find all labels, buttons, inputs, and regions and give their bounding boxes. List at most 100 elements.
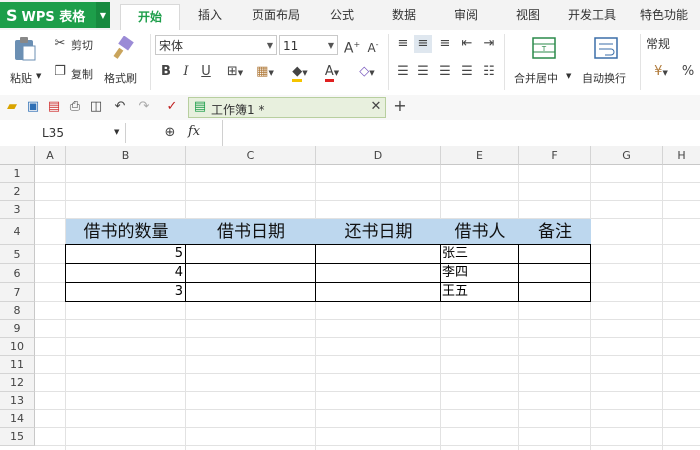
decrease-indent-icon[interactable]: ⇤ <box>458 35 476 53</box>
clear-format-icon[interactable]: ◇▼ <box>352 63 382 82</box>
italic-icon[interactable]: I <box>178 63 194 81</box>
table-cell[interactable]: 5 <box>66 245 186 264</box>
select-all-corner[interactable] <box>0 146 35 165</box>
column-header[interactable]: H <box>663 146 700 165</box>
cut-button[interactable]: ✂ 剪切 <box>52 35 102 53</box>
align-top-icon[interactable]: ≡ <box>394 35 412 53</box>
table-header-cell[interactable]: 备注 <box>519 219 591 245</box>
app-menu-button[interactable]: S WPS 表格 ▼ <box>0 2 110 28</box>
row-header[interactable]: 9 <box>0 320 35 338</box>
table-cell[interactable] <box>186 264 316 283</box>
table-cell[interactable] <box>316 283 441 302</box>
table-cell[interactable]: 张三 <box>441 245 519 264</box>
row-header[interactable]: 10 <box>0 338 35 356</box>
row-header[interactable]: 14 <box>0 410 35 428</box>
underline-icon[interactable]: U <box>198 63 214 81</box>
column-header[interactable]: B <box>66 146 186 165</box>
redo-icon[interactable]: ↷ <box>136 98 152 116</box>
tab-special-features[interactable]: 特色功能 <box>640 6 688 28</box>
column-header[interactable]: A <box>35 146 66 165</box>
export-pdf-icon[interactable]: ▤ <box>46 98 62 116</box>
print-preview-icon[interactable]: ◫ <box>88 98 104 116</box>
increase-font-icon[interactable]: A+ <box>343 36 361 58</box>
font-color-icon[interactable]: A▼ <box>318 63 346 82</box>
font-name-select[interactable]: 宋体 ▼ <box>155 35 277 55</box>
wrap-text-button[interactable]: 自动换行 <box>580 34 634 90</box>
tab-data[interactable]: 数据 <box>392 6 416 28</box>
align-bottom-icon[interactable]: ≡ <box>436 35 454 53</box>
table-cell[interactable]: 李四 <box>441 264 519 283</box>
percent-icon[interactable]: % <box>680 63 696 81</box>
table-header-cell[interactable]: 借书人 <box>441 219 519 245</box>
table-cell[interactable] <box>186 283 316 302</box>
table-header-cell[interactable]: 借书的数量 <box>66 219 186 245</box>
table-cell[interactable] <box>519 283 591 302</box>
row-header[interactable]: 3 <box>0 201 35 219</box>
copy-button[interactable]: ❐ 复制 <box>52 63 102 81</box>
align-right-icon[interactable]: ☰ <box>436 63 454 81</box>
close-icon[interactable]: ✕ <box>369 98 383 116</box>
number-format-select[interactable]: 常规 <box>646 35 700 55</box>
table-cell[interactable] <box>519 264 591 283</box>
row-header[interactable]: 15 <box>0 428 35 446</box>
row-header[interactable]: 4 <box>0 219 35 245</box>
decrease-font-icon[interactable]: A- <box>364 36 382 57</box>
fill-pattern-icon[interactable]: ▦▼ <box>252 63 278 82</box>
table-cell[interactable]: 4 <box>66 264 186 283</box>
spreadsheet-grid[interactable]: A B C D E F G H 1 2 3 4 5 6 7 8 9 10 11 … <box>0 146 700 450</box>
distributed-icon[interactable]: ☷ <box>480 63 498 81</box>
zoom-icon[interactable]: ⊕ <box>162 124 178 142</box>
row-header[interactable]: 8 <box>0 302 35 320</box>
row-header[interactable]: 2 <box>0 183 35 201</box>
increase-indent-icon[interactable]: ⇥ <box>480 35 498 53</box>
table-cell[interactable] <box>186 245 316 264</box>
document-tab[interactable]: ▤ 工作簿1 * ✕ <box>188 97 386 118</box>
name-box[interactable]: L35 ▼ <box>0 123 126 143</box>
font-size-select[interactable]: 11 ▼ <box>279 35 338 55</box>
merge-center-button[interactable]: T 合并居中 ▼ <box>512 34 576 90</box>
row-header[interactable]: 5 <box>0 245 35 264</box>
new-tab-icon[interactable]: + <box>392 97 408 115</box>
column-header[interactable]: C <box>186 146 316 165</box>
column-header[interactable]: G <box>591 146 663 165</box>
table-cell[interactable] <box>519 245 591 264</box>
tab-developer[interactable]: 开发工具 <box>568 6 616 28</box>
formula-input[interactable] <box>226 123 696 143</box>
customize-toolbar-icon[interactable]: ✓ <box>164 98 180 116</box>
align-center-icon[interactable]: ☰ <box>414 63 432 81</box>
table-cell[interactable] <box>316 264 441 283</box>
insert-function-icon[interactable]: fx <box>188 124 200 139</box>
column-header[interactable]: E <box>441 146 519 165</box>
table-header-cell[interactable]: 还书日期 <box>316 219 441 245</box>
tab-review[interactable]: 审阅 <box>454 6 478 28</box>
borders-icon[interactable]: ⊞▼ <box>222 63 248 82</box>
row-header[interactable]: 12 <box>0 374 35 392</box>
tab-page-layout[interactable]: 页面布局 <box>252 6 300 28</box>
table-header-cell[interactable]: 借书日期 <box>186 219 316 245</box>
open-folder-icon[interactable]: ▰ <box>4 98 20 116</box>
fill-color-icon[interactable]: ◆▼ <box>286 63 314 82</box>
row-header[interactable]: 6 <box>0 264 35 283</box>
table-cell[interactable]: 3 <box>66 283 186 302</box>
tab-formulas[interactable]: 公式 <box>330 6 354 28</box>
currency-icon[interactable]: ¥▼ <box>650 63 672 82</box>
table-cell[interactable]: 王五 <box>441 283 519 302</box>
align-left-icon[interactable]: ☰ <box>394 63 412 81</box>
table-cell[interactable] <box>316 245 441 264</box>
align-middle-icon[interactable]: ≡ <box>414 35 432 53</box>
undo-icon[interactable]: ↶ <box>112 98 128 116</box>
paste-button[interactable]: 粘贴 ▼ <box>8 34 42 90</box>
column-header[interactable]: D <box>316 146 441 165</box>
format-painter-button[interactable]: 格式刷 <box>104 34 146 90</box>
save-icon[interactable]: ▣ <box>25 98 41 116</box>
column-header[interactable]: F <box>519 146 591 165</box>
row-header[interactable]: 7 <box>0 283 35 302</box>
justify-icon[interactable]: ☰ <box>458 63 476 81</box>
tab-home[interactable]: 开始 <box>120 4 180 31</box>
row-header[interactable]: 1 <box>0 165 35 183</box>
bold-icon[interactable]: B <box>158 63 174 81</box>
print-icon[interactable]: ⎙ <box>67 98 83 116</box>
tab-insert[interactable]: 插入 <box>198 6 222 28</box>
tab-view[interactable]: 视图 <box>516 6 540 28</box>
row-header[interactable]: 11 <box>0 356 35 374</box>
